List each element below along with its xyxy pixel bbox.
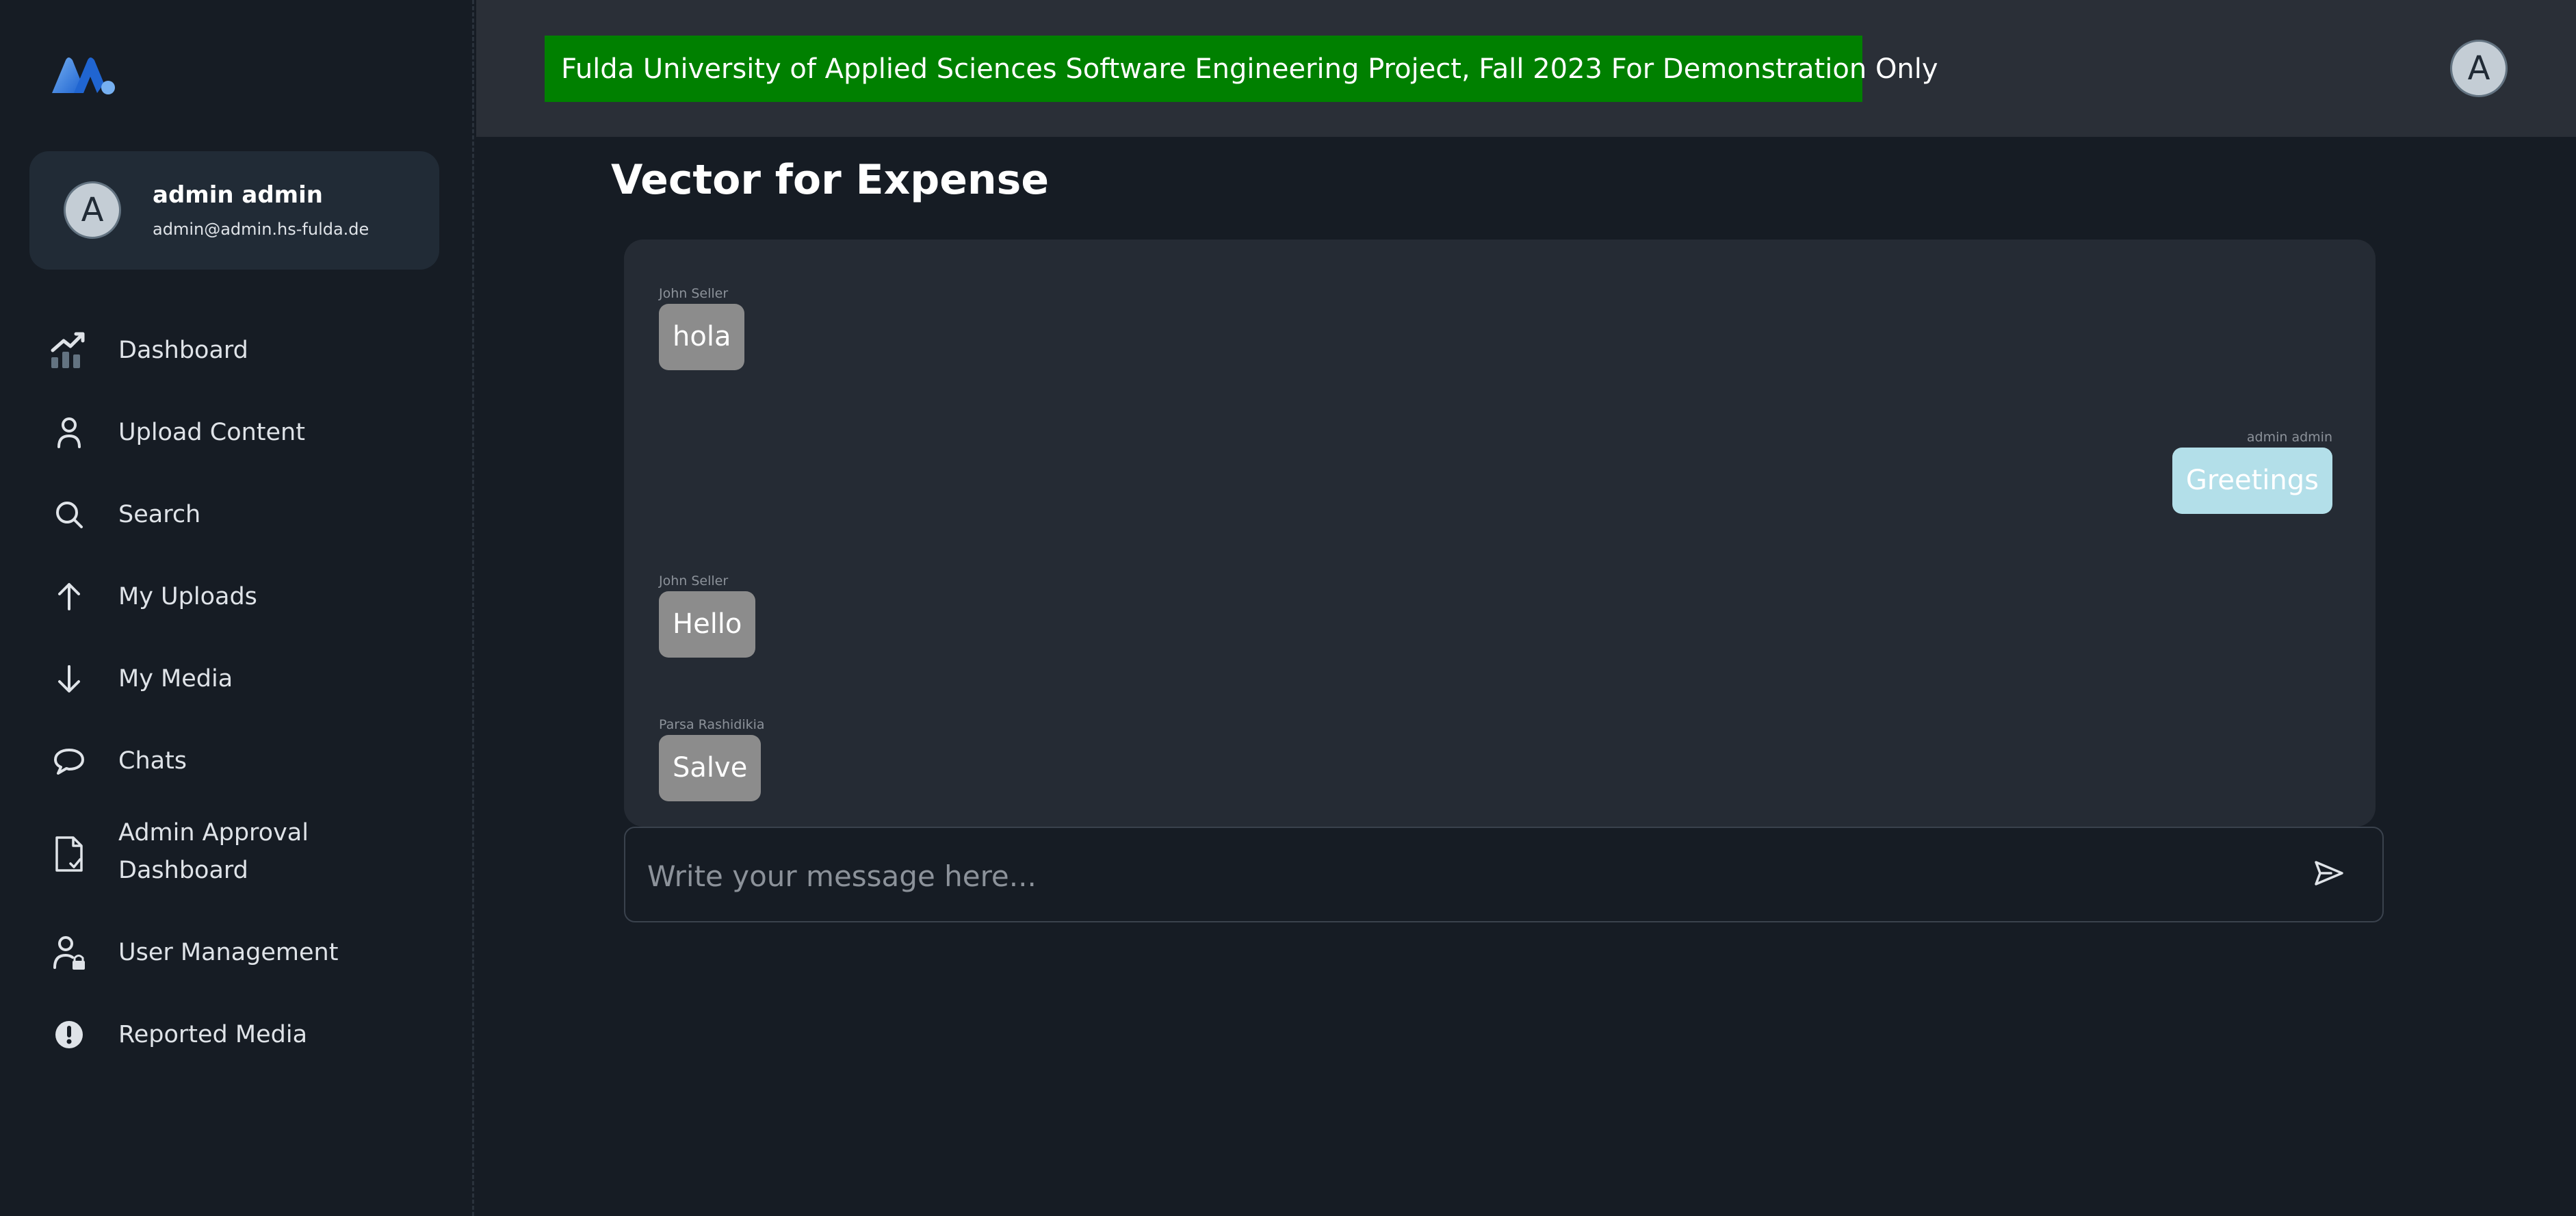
analytics-icon xyxy=(49,330,90,371)
send-button[interactable] xyxy=(2308,854,2350,895)
chat-bubble-icon xyxy=(49,740,90,781)
sidebar-item-my-uploads[interactable]: My Uploads xyxy=(29,576,440,617)
document-check-icon xyxy=(49,833,90,875)
sidebar-item-label: Upload Content xyxy=(118,418,305,446)
sidebar-item-label: My Media xyxy=(118,664,233,693)
sidebar-item-dashboard[interactable]: Dashboard xyxy=(29,330,440,371)
message-bubble: Greetings xyxy=(2172,448,2332,514)
sidebar-item-label: Search xyxy=(118,500,201,528)
user-lock-icon xyxy=(49,932,90,973)
sidebar-item-label: Chats xyxy=(118,747,187,775)
sidebar-item-chats[interactable]: Chats xyxy=(29,740,440,781)
message-composer xyxy=(624,827,2384,922)
chat-messages-panel[interactable]: John Seller hola admin admin Greetings J… xyxy=(624,240,2376,827)
account-email: admin@admin.hs-fulda.de xyxy=(153,220,369,239)
account-name: admin admin xyxy=(153,181,323,209)
arrow-up-icon xyxy=(49,576,90,617)
arrow-down-icon xyxy=(49,658,90,699)
send-icon xyxy=(2313,859,2345,890)
sidebar-item-label: User Management xyxy=(118,938,339,966)
alert-icon xyxy=(49,1014,90,1055)
message-sender: John Seller xyxy=(659,286,729,301)
sidebar-item-search[interactable]: Search xyxy=(29,494,440,535)
message-input[interactable] xyxy=(646,849,2222,903)
account-avatar-button[interactable]: A xyxy=(2450,40,2508,97)
app-root: A admin admin admin@admin.hs-fulda.de Da… xyxy=(0,0,2576,1216)
sidebar-item-my-media[interactable]: My Media xyxy=(29,658,440,699)
sidebar-item-label: Admin Approval Dashboard xyxy=(118,819,309,884)
sidebar-item-admin-approval-dashboard[interactable]: Admin Approval Dashboard xyxy=(29,814,440,893)
sidebar: A admin admin admin@admin.hs-fulda.de Da… xyxy=(0,0,474,1216)
message-bubble: Hello xyxy=(659,591,756,658)
message-bubble: hola xyxy=(659,304,745,370)
top-bar: Fulda University of Applied Sciences Sof… xyxy=(476,0,2576,137)
demo-banner: Fulda University of Applied Sciences Sof… xyxy=(545,36,1938,102)
avatar: A xyxy=(64,181,121,239)
user-icon xyxy=(49,412,90,453)
chat-message: Parsa Rashidikia Salve xyxy=(659,717,765,801)
chat-message: John Seller hola xyxy=(659,286,745,370)
message-sender: Parsa Rashidikia xyxy=(659,717,765,732)
account-card[interactable]: A admin admin admin@admin.hs-fulda.de xyxy=(29,151,439,270)
sidebar-item-label: Dashboard xyxy=(118,336,248,364)
sidebar-item-reported-media[interactable]: Reported Media xyxy=(29,1014,440,1055)
chat-message: admin admin Greetings xyxy=(2172,430,2332,514)
page-title: Vector for Expense xyxy=(611,156,1050,204)
message-sender: John Seller xyxy=(659,573,729,588)
search-icon xyxy=(49,494,90,535)
sidebar-item-label: Reported Media xyxy=(118,1020,308,1048)
brand-logo-icon[interactable] xyxy=(49,53,118,99)
message-sender: admin admin xyxy=(2246,430,2332,445)
sidebar-item-label: My Uploads xyxy=(118,582,257,610)
sidebar-item-user-management[interactable]: User Management xyxy=(29,932,440,973)
sidebar-item-upload-content[interactable]: Upload Content xyxy=(29,412,440,453)
message-bubble: Salve xyxy=(659,735,762,801)
chat-message: John Seller Hello xyxy=(659,573,756,658)
